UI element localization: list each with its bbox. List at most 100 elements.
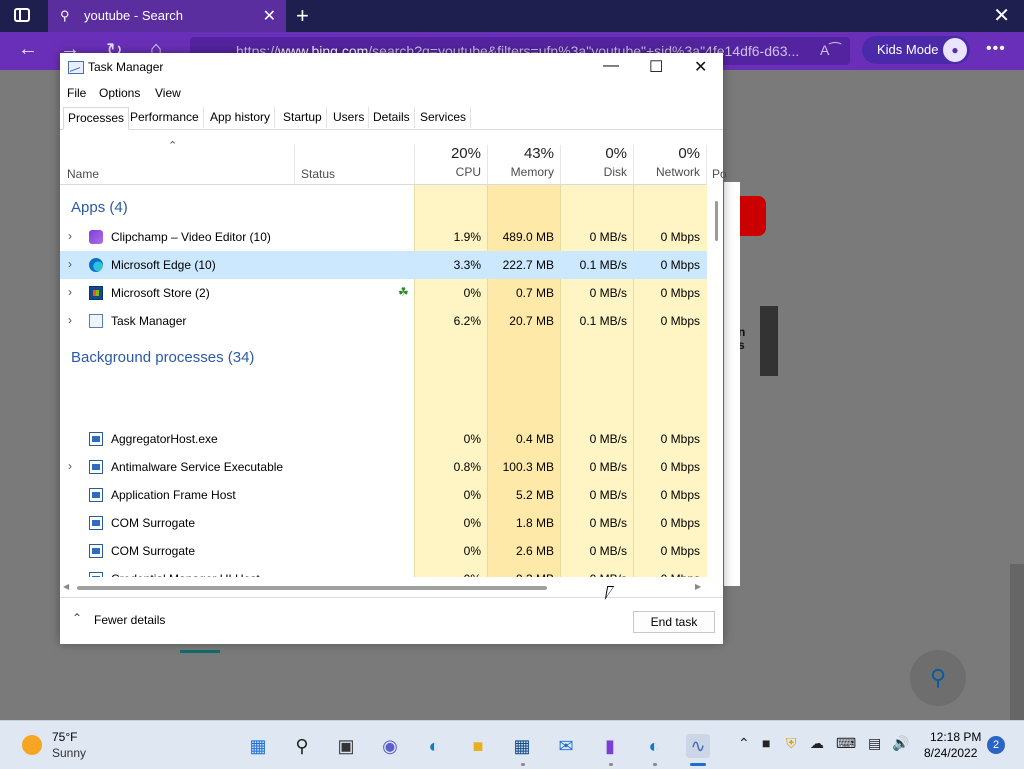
- menu-file[interactable]: File: [67, 86, 86, 100]
- new-tab-icon[interactable]: +: [296, 3, 309, 29]
- clipchamp-icon[interactable]: ▮: [598, 734, 622, 758]
- kids-mode-button[interactable]: Kids Mode ●: [862, 36, 970, 64]
- onedrive-cloud-icon[interactable]: ☁: [810, 735, 824, 752]
- read-aloud-icon[interactable]: A⁀: [820, 42, 841, 59]
- microsoft-store-icon[interactable]: ▦: [510, 734, 534, 758]
- page-scrollbar[interactable]: [1010, 564, 1024, 720]
- process-mem: 0.7 MB: [515, 286, 554, 300]
- process-name: Task Manager: [111, 314, 187, 328]
- search-fab-icon[interactable]: ⚲: [910, 650, 966, 706]
- scroll-right-icon[interactable]: ▶: [695, 582, 701, 591]
- column-separator[interactable]: [294, 145, 295, 185]
- menu-options[interactable]: Options: [99, 86, 140, 100]
- tab-details[interactable]: Details: [369, 107, 415, 128]
- process-row[interactable]: › Task Manager 6.2% 20.7 MB 0.1 MB/s 0 Mbps: [60, 307, 707, 335]
- search-icon[interactable]: ⚲: [290, 734, 314, 758]
- tab-processes[interactable]: Processes: [63, 107, 130, 130]
- mail-icon[interactable]: ✉: [554, 734, 578, 758]
- tab-startup[interactable]: Startup: [279, 107, 327, 128]
- end-task-button[interactable]: End task: [633, 611, 715, 633]
- back-icon[interactable]: ←: [18, 38, 38, 61]
- process-row[interactable]: › Microsoft Edge (10) 3.3% 222.7 MB 0.1 MB/s…: [60, 251, 707, 279]
- tab-performance[interactable]: Performance: [126, 107, 204, 128]
- column-memory[interactable]: 43% Memory: [482, 145, 554, 179]
- process-disk: 0 MB/s: [561, 572, 627, 577]
- file-explorer-icon[interactable]: ■: [466, 734, 490, 758]
- expand-chevron-icon[interactable]: ›: [68, 229, 72, 243]
- column-cpu[interactable]: 20% CPU: [409, 145, 481, 179]
- sort-ascending-icon[interactable]: ⌃: [168, 139, 177, 152]
- edge-icon[interactable]: ◐: [642, 734, 666, 758]
- store-icon: [89, 286, 103, 300]
- keyboard-icon[interactable]: ⌨: [836, 735, 856, 752]
- column-disk[interactable]: 0% Disk: [555, 145, 627, 179]
- expand-chevron-icon[interactable]: ›: [68, 257, 72, 271]
- clock-time[interactable]: 12:18 PM: [930, 730, 981, 744]
- column-name[interactable]: Name: [67, 167, 99, 181]
- menu-bar: File Options View: [60, 83, 723, 103]
- horizontal-scroll-thumb[interactable]: [77, 586, 547, 590]
- process-row[interactable]: › Antimalware Service Executable 0.8% 100.3…: [60, 453, 707, 481]
- column-network[interactable]: 0% Network: [628, 145, 700, 179]
- expand-chevron-icon[interactable]: ›: [68, 285, 72, 299]
- process-row[interactable]: COM Surrogate 0% 2.6 MB 0 MB/s 0 Mbps: [60, 537, 707, 565]
- expand-chevron-icon[interactable]: ›: [68, 313, 72, 327]
- running-indicator: [609, 763, 613, 766]
- column-separator[interactable]: [706, 145, 707, 185]
- process-cpu: 0%: [463, 488, 481, 502]
- weather-temperature[interactable]: 75°F: [52, 730, 77, 744]
- security-shield-icon[interactable]: ⛨: [786, 735, 797, 752]
- task-manager-icon[interactable]: ∿: [686, 734, 710, 758]
- process-net: 0 Mbps: [660, 544, 700, 558]
- process-row[interactable]: › Microsoft Store (2) ☘ 0% 0.7 MB 0 MB/s 0 Mbp…: [60, 279, 707, 307]
- chevron-up-icon[interactable]: ⌃: [738, 735, 750, 752]
- search-icon: ⚲: [60, 8, 70, 23]
- volume-icon[interactable]: 🔊: [892, 735, 909, 752]
- vertical-scrollbar[interactable]: [712, 201, 722, 581]
- process-row[interactable]: › Clipchamp – Video Editor (10) 1.9% 489.0 …: [60, 223, 707, 251]
- tray-app-icon[interactable]: ■: [762, 735, 770, 751]
- tab-users[interactable]: Users: [329, 107, 370, 128]
- tab-services[interactable]: Services: [416, 107, 472, 128]
- process-row[interactable]: Credential Manager UI Host 0% 9.3 MB 0 MB/s…: [60, 565, 707, 577]
- close-icon[interactable]: ✕: [694, 57, 707, 77]
- teams-chat-icon[interactable]: ◉: [378, 734, 402, 758]
- scroll-left-icon[interactable]: ◀: [63, 582, 69, 591]
- process-mem: 0.4 MB: [515, 432, 554, 446]
- sun-icon[interactable]: [22, 735, 42, 755]
- chevron-up-icon[interactable]: ⌃: [72, 611, 82, 625]
- edge-icon[interactable]: ◐: [422, 734, 446, 758]
- close-tab-icon[interactable]: ✕: [263, 6, 276, 26]
- task-manager-icon: [89, 314, 103, 328]
- page-panel: [724, 182, 740, 586]
- window-close-icon[interactable]: ✕: [993, 3, 1010, 28]
- column-power-cut[interactable]: Po: [712, 167, 727, 181]
- maximize-icon[interactable]: ☐: [649, 57, 663, 77]
- clock-date[interactable]: 8/24/2022: [924, 746, 977, 760]
- process-cpu: 0%: [415, 572, 481, 577]
- process-row[interactable]: COM Surrogate 0% 1.8 MB 0 MB/s 0 Mbps: [60, 509, 707, 537]
- minimize-icon[interactable]: —: [603, 57, 619, 75]
- column-status[interactable]: Status: [301, 167, 335, 181]
- expand-chevron-icon[interactable]: ›: [68, 459, 72, 473]
- start-icon[interactable]: ▦: [246, 734, 270, 758]
- browser-tab[interactable]: ⚲ youtube - Search ✕: [48, 0, 286, 32]
- notification-badge[interactable]: 2: [987, 736, 1005, 754]
- window-icon: [89, 460, 103, 474]
- workspaces-icon[interactable]: [14, 8, 30, 22]
- fewer-details-link[interactable]: Fewer details: [94, 613, 165, 627]
- process-row[interactable]: AggregatorHost.exe 0% 0.4 MB 0 MB/s 0 Mbps: [60, 425, 707, 453]
- process-name: Clipchamp – Video Editor (10): [111, 230, 271, 244]
- tab-app-history[interactable]: App history: [206, 107, 276, 128]
- weather-condition[interactable]: Sunny: [52, 746, 86, 760]
- process-disk: 0.1 MB/s: [579, 258, 627, 272]
- menu-view[interactable]: View: [155, 86, 181, 100]
- vertical-scroll-thumb[interactable]: [715, 201, 718, 241]
- task-view-icon[interactable]: ▣: [334, 734, 358, 758]
- process-disk: 0 MB/s: [589, 516, 627, 530]
- browser-tab-bar: ⚲ youtube - Search ✕ + ✕: [0, 0, 1024, 32]
- more-options-icon[interactable]: •••: [986, 40, 1006, 58]
- network-icon[interactable]: ▤: [868, 735, 881, 752]
- process-name: Credential Manager UI Host: [111, 572, 260, 577]
- process-row[interactable]: Application Frame Host 0% 5.2 MB 0 MB/s 0 Mb…: [60, 481, 707, 509]
